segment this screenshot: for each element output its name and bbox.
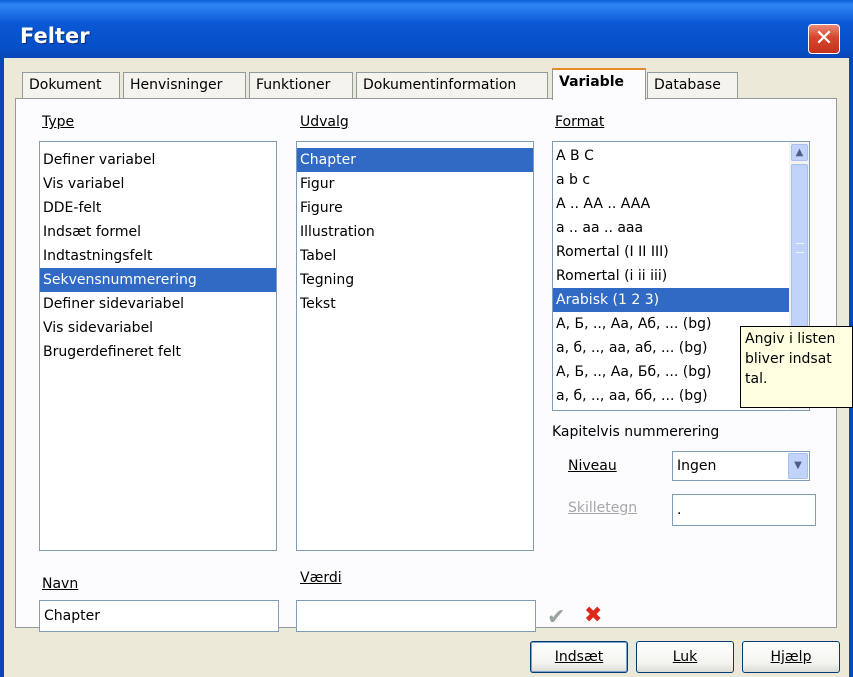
- kapitel-heading: Kapitelvis nummerering: [552, 424, 720, 440]
- list-item[interactable]: A .. AA .. AAA: [553, 192, 789, 216]
- window-frame-left: [0, 58, 4, 677]
- list-item[interactable]: Figur: [297, 172, 533, 196]
- udvalg-label: Udvalg: [300, 114, 349, 130]
- list-item[interactable]: Figure: [297, 196, 533, 220]
- list-item[interactable]: Romertal (i ii iii): [553, 264, 789, 288]
- list-item-selected[interactable]: Sekvensnummerering: [40, 268, 276, 292]
- list-item[interactable]: Tegning: [297, 268, 533, 292]
- list-item[interactable]: A B C: [553, 144, 789, 168]
- list-item[interactable]: Vis sidevariabel: [40, 316, 276, 340]
- niveau-value: Ingen: [677, 458, 717, 474]
- close-dialog-button[interactable]: Luk: [636, 641, 734, 673]
- tooltip-line: bliver indsat: [745, 351, 832, 367]
- tab-henvisninger[interactable]: Henvisninger: [123, 72, 246, 98]
- help-label: Hjælp: [770, 649, 812, 665]
- list-item[interactable]: a .. aa .. aaa: [553, 216, 789, 240]
- check-icon[interactable]: ✔: [547, 606, 565, 630]
- list-item[interactable]: Romertal (I II III): [553, 240, 789, 264]
- close-label: Luk: [672, 649, 698, 665]
- niveau-select[interactable]: Ingen ▼: [672, 451, 810, 481]
- scroll-up-arrow-icon[interactable]: ▲: [791, 144, 808, 161]
- navn-label: Navn: [42, 576, 79, 592]
- window-title: Felter: [20, 24, 90, 48]
- skilletegn-label: Skilletegn: [568, 500, 638, 516]
- udvalg-list[interactable]: Chapter Figur Figure Illustration Tabel …: [296, 141, 534, 551]
- scrollbar-thumb[interactable]: [791, 164, 808, 334]
- list-item[interactable]: a b c: [553, 168, 789, 192]
- list-item[interactable]: Indsæt formel: [40, 220, 276, 244]
- list-item[interactable]: Definer sidevariabel: [40, 292, 276, 316]
- tooltip-line: Angiv i listen: [745, 331, 836, 347]
- vaerdi-label: Værdi: [300, 570, 342, 586]
- niveau-label: Niveau: [568, 458, 617, 474]
- insert-button[interactable]: Indsæt: [530, 641, 628, 673]
- type-list[interactable]: Definer variabel Vis variabel DDE-felt I…: [39, 141, 277, 551]
- list-item[interactable]: Vis variabel: [40, 172, 276, 196]
- list-item[interactable]: DDE-felt: [40, 196, 276, 220]
- skilletegn-field[interactable]: .: [672, 494, 816, 526]
- grip-icon: [796, 243, 804, 253]
- title-bar: [0, 0, 853, 58]
- type-label: Type: [42, 114, 75, 130]
- vaerdi-field[interactable]: [296, 600, 536, 632]
- delete-icon[interactable]: ✖: [584, 604, 602, 628]
- list-item[interactable]: Tekst: [297, 292, 533, 316]
- list-item[interactable]: Tabel: [297, 244, 533, 268]
- tab-variable[interactable]: Variable: [552, 68, 646, 100]
- tooltip-line: tal.: [745, 371, 768, 387]
- close-button[interactable]: ✕: [808, 24, 840, 54]
- list-item-selected[interactable]: Chapter: [297, 148, 533, 172]
- help-button[interactable]: Hjælp: [742, 641, 840, 673]
- format-label: Format: [555, 114, 605, 130]
- list-item-selected[interactable]: Arabisk (1 2 3): [553, 288, 789, 312]
- tab-dokument[interactable]: Dokument: [22, 72, 120, 98]
- list-item[interactable]: Brugerdefineret felt: [40, 340, 276, 364]
- tab-funktioner[interactable]: Funktioner: [249, 72, 353, 98]
- close-icon: ✕: [814, 26, 834, 51]
- list-item[interactable]: Illustration: [297, 220, 533, 244]
- list-item[interactable]: Indtastningsfelt: [40, 244, 276, 268]
- tab-dokumentinformation[interactable]: Dokumentinformation: [356, 72, 548, 98]
- insert-label: Indsæt: [554, 649, 604, 665]
- chevron-down-icon[interactable]: ▼: [788, 453, 808, 479]
- list-item[interactable]: Definer variabel: [40, 148, 276, 172]
- tab-database[interactable]: Database: [647, 72, 738, 98]
- navn-field[interactable]: Chapter: [39, 600, 279, 632]
- tooltip: Angiv i listen bliver indsat tal.: [740, 326, 853, 408]
